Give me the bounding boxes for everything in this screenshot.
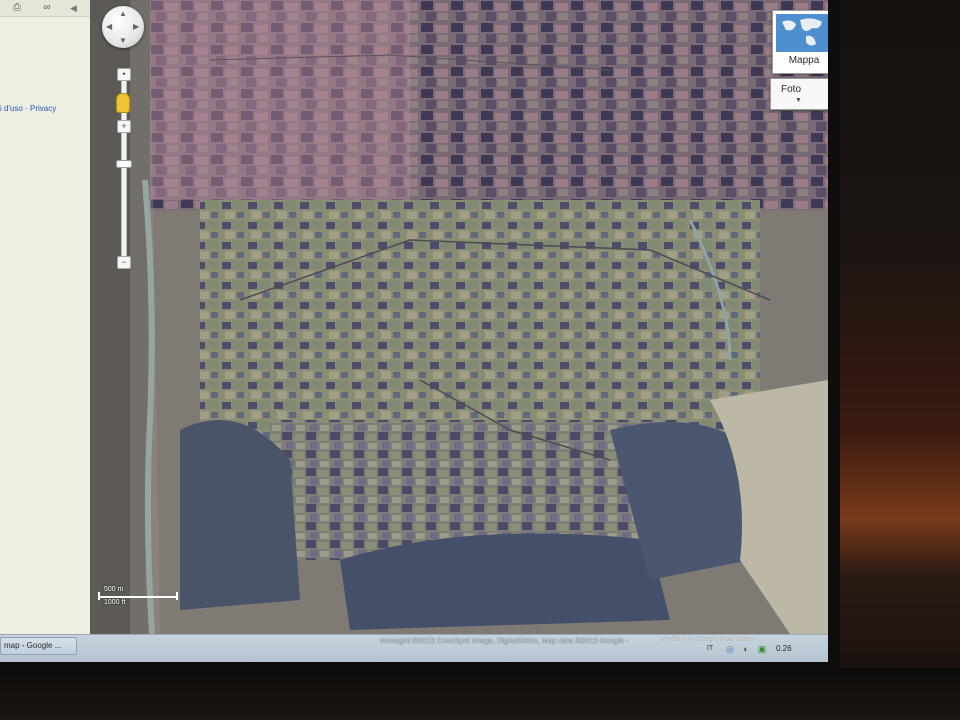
map-type-label: Mappa: [788, 55, 820, 66]
pan-control[interactable]: ▲ ▼ ◀ ▶: [102, 6, 144, 48]
chevron-down-icon: ▼: [795, 97, 802, 104]
globe-thumbnail-icon: [776, 14, 828, 52]
link-icon[interactable]: ∞: [40, 2, 54, 13]
monitor: ⎙ ∞ ◀ i d'uso - Privacy ▲ ▼ ◀ ▶ • + − Ma…: [0, 0, 840, 670]
taskbar-window-item[interactable]: map - Google ...: [0, 637, 77, 655]
screen: ⎙ ∞ ◀ i d'uso - Privacy ▲ ▼ ◀ ▶ • + − Ma…: [0, 0, 828, 662]
pan-down-icon[interactable]: ▼: [119, 37, 127, 45]
privacy-link[interactable]: Privacy: [30, 104, 56, 113]
terms-links: i d'uso - Privacy: [0, 104, 56, 113]
pegman-icon[interactable]: [117, 94, 129, 112]
scale-tick-left: [98, 592, 100, 600]
system-tray: IT ◎ ◐ ▣ 0.26: [700, 643, 828, 659]
chevron-left-icon[interactable]: ◀: [70, 2, 80, 14]
pan-right-icon[interactable]: ▶: [133, 23, 139, 31]
network-icon[interactable]: ◎: [724, 643, 736, 655]
scale-line: [98, 596, 178, 598]
room-background: [840, 0, 960, 720]
scale-top-label: 500 m: [104, 586, 124, 593]
scale-bar: 500 m 1000 ft: [96, 584, 182, 608]
satellite-imagery: [90, 0, 828, 634]
link-separator: -: [22, 104, 30, 113]
language-indicator[interactable]: IT: [704, 643, 716, 655]
security-icon[interactable]: ▣: [756, 643, 768, 655]
print-icon[interactable]: ⎙: [10, 2, 24, 13]
clock[interactable]: 0.26: [776, 644, 792, 653]
pan-left-icon[interactable]: ◀: [106, 23, 112, 31]
pan-up-icon[interactable]: ▲: [119, 10, 127, 18]
photo-label: Foto: [781, 84, 802, 95]
zoom-step-button[interactable]: +: [117, 120, 131, 133]
zoom-in-button[interactable]: •: [117, 68, 131, 81]
scale-tick-right: [176, 592, 178, 600]
volume-icon[interactable]: ◐: [740, 643, 752, 655]
map-attribution: Immagini ©2013 CnesSpot Image, DigitalGl…: [380, 636, 629, 645]
map-type-button[interactable]: Mappa: [772, 10, 828, 74]
photo-button[interactable]: Foto ▼: [770, 78, 828, 110]
satellite-map[interactable]: ▲ ▼ ◀ ▶ • + − Mappa Foto ▼ 500 m 1000 ft: [90, 0, 828, 634]
map-maker-link[interactable]: Modifica in Google Map Maker: [660, 636, 755, 643]
left-panel: ⎙ ∞ ◀ i d'uso - Privacy: [0, 0, 91, 634]
monitor-bezel-bottom: [0, 668, 960, 720]
zoom-out-button[interactable]: −: [117, 256, 131, 269]
terms-link[interactable]: i d'uso: [0, 104, 23, 113]
scale-bottom-label: 1000 ft: [104, 599, 126, 606]
zoom-slider-thumb[interactable]: [116, 160, 132, 168]
panel-toolbar: ⎙ ∞ ◀: [0, 0, 90, 17]
taskbar: map - Google ... Immagini ©2013 CnesSpot…: [0, 634, 828, 662]
